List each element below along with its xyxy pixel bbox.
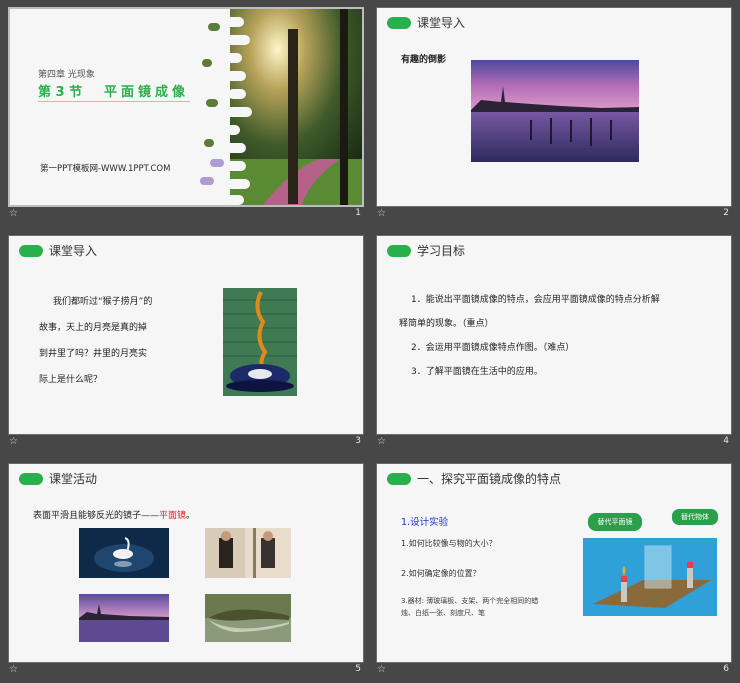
- question-2: 2.如何确定像的位置？: [401, 569, 481, 578]
- star-icon[interactable]: ☆: [377, 436, 386, 447]
- story-line-3: 到井里了吗？井里的月亮实: [39, 349, 148, 359]
- crocodile-photo: [205, 594, 291, 642]
- slide-thumbnail-4[interactable]: 学习目标 1．能说出平面镜成像的特点，会应用平面镜成像的特点分析解 释简单的现象…: [376, 235, 732, 450]
- slide-thumbnail-1[interactable]: 第四章 光现象 第 3 节 平面镜成像 第一PPT模板网-WWW.1PPT.CO…: [8, 7, 364, 222]
- slide-number: 3: [355, 436, 361, 446]
- slide-number: 6: [723, 664, 729, 674]
- title-pill-icon: [19, 245, 43, 257]
- chapter-label: 第四章 光现象: [38, 70, 95, 80]
- goal-line-1: 1．能说出平面镜成像的特点，会应用平面镜成像的特点分析解: [411, 295, 660, 305]
- star-icon[interactable]: ☆: [377, 208, 386, 219]
- slide-thumbnail-2[interactable]: 课堂导入 有趣的倒影 ☆ 2: [376, 7, 732, 222]
- slide-footer: ☆ 4: [376, 435, 732, 450]
- goal-line-4: 3．了解平面镜在生活中的应用。: [411, 367, 543, 377]
- caption-label: 有趣的倒影: [401, 55, 447, 65]
- slide-number: 5: [355, 664, 361, 674]
- slide-number: 2: [723, 208, 729, 218]
- equipment-line-1: 3.器材: 薄玻璃板、支架、两个完全相同的蜡: [401, 597, 539, 605]
- slide-title: 课堂导入: [49, 244, 98, 258]
- slide-thumbnail-3[interactable]: 课堂导入 我们都听过“猴子捞月”的 故事，天上的月亮是真的掉 到井里了吗？井里的…: [8, 235, 364, 450]
- subhead-label: 1.设计实验: [401, 517, 449, 528]
- slide-thumbnail-6[interactable]: 一、探究平面镜成像的特点 1.设计实验 1.如何比较像与物的大小？ 2.如何确定…: [376, 463, 732, 678]
- slide-title: 平面镜成像: [104, 85, 190, 100]
- reflection-photo: [471, 60, 639, 162]
- slide-canvas: 一、探究平面镜成像的特点 1.设计实验 1.如何比较像与物的大小？ 2.如何确定…: [376, 463, 732, 663]
- slide-canvas: 第四章 光现象 第 3 节 平面镜成像 第一PPT模板网-WWW.1PPT.CO…: [8, 7, 364, 207]
- slide-canvas: 课堂导入 有趣的倒影: [376, 7, 732, 207]
- mirror-photo: [205, 528, 291, 578]
- slide-title: 一、探究平面镜成像的特点: [417, 472, 562, 486]
- slide-canvas: 课堂活动 表面平滑且能够反光的镜子——平面镜。: [8, 463, 364, 663]
- title-pill-icon: [387, 245, 411, 257]
- star-icon[interactable]: ☆: [9, 436, 18, 447]
- slide-footer: ☆ 1: [8, 207, 364, 222]
- slide-canvas: 学习目标 1．能说出平面镜成像的特点，会应用平面镜成像的特点分析解 释简单的现象…: [376, 235, 732, 435]
- title-pill-icon: [387, 473, 411, 485]
- slide-number: 4: [723, 436, 729, 446]
- title-pill-icon: [19, 473, 43, 485]
- star-icon[interactable]: ☆: [9, 664, 18, 675]
- slide-canvas: 课堂导入 我们都听过“猴子捞月”的 故事，天上的月亮是真的掉 到井里了吗？井里的…: [8, 235, 364, 435]
- slide-title: 课堂导入: [417, 16, 466, 30]
- slide-number: 1: [355, 208, 361, 218]
- story-line-2: 故事，天上的月亮是真的掉: [39, 323, 148, 333]
- slide-footer: ☆ 5: [8, 663, 364, 678]
- swan-photo: [79, 528, 169, 578]
- slide-footer: ☆ 2: [376, 207, 732, 222]
- forest-photo: [200, 9, 362, 205]
- slide-footer: ☆ 3: [8, 435, 364, 450]
- title-pill-icon: [387, 17, 411, 29]
- definition-text: 表面平滑且能够反光的镜子——平面镜。: [33, 511, 196, 521]
- site-label: 第一PPT模板网-WWW.1PPT.COM: [40, 164, 171, 174]
- goal-line-2: 释简单的现象。（重点）: [399, 319, 494, 329]
- goal-line-3: 2．会运用平面镜成像特点作图。（难点）: [411, 343, 575, 353]
- speech-bubble-mirror: 替代平面镜: [587, 512, 643, 532]
- star-icon[interactable]: ☆: [9, 208, 18, 219]
- equipment-line-2: 烛、白纸一张、刻度尺、笔: [401, 609, 485, 617]
- title-underline: [38, 101, 190, 102]
- speech-bubble-object: 替代物体: [671, 508, 719, 526]
- star-icon[interactable]: ☆: [377, 664, 386, 675]
- slide-footer: ☆ 6: [376, 663, 732, 678]
- story-line-4: 际上是什么呢？: [39, 375, 103, 385]
- slide-title: 课堂活动: [49, 472, 98, 486]
- question-1: 1.如何比较像与物的大小？: [401, 539, 497, 548]
- lake-photo: [79, 594, 169, 642]
- slide-title: 学习目标: [417, 244, 466, 258]
- slide-thumbnail-5[interactable]: 课堂活动 表面平滑且能够反光的镜子——平面镜。 ☆ 5: [8, 463, 364, 678]
- story-line-1: 我们都听过“猴子捞月”的: [53, 297, 153, 307]
- monkey-moon-illustration: [223, 288, 297, 396]
- section-label: 第 3 节: [38, 85, 83, 100]
